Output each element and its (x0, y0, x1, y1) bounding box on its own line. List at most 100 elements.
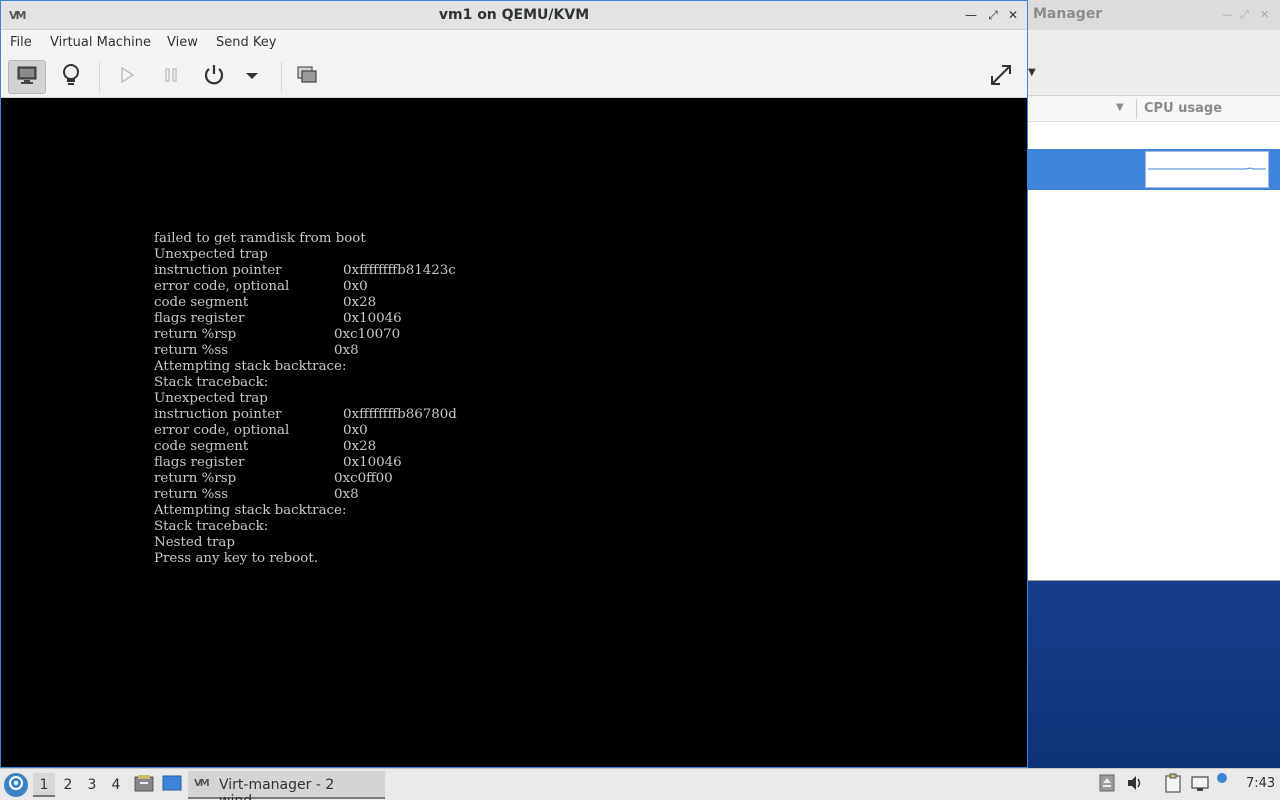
window-title: vm1 on QEMU/KVM (438, 7, 590, 23)
taskbar-task-virt-manager[interactable]: VM Virt-manager - 2 wind... (188, 771, 385, 800)
vm-list-row-connection[interactable] (1000, 122, 1280, 149)
workspace-2[interactable]: 2 (57, 773, 79, 797)
pause-icon (163, 66, 179, 88)
console-line: failed to get ramdisk from boot (154, 231, 366, 247)
toolbar (1, 56, 1027, 98)
console-line-label: error code, optional (154, 279, 290, 294)
console-output: failed to get ramdisk from boot Unexpecte… (154, 231, 457, 567)
show-details-button[interactable] (52, 60, 90, 94)
show-desktop-launcher[interactable] (162, 775, 182, 795)
network-tray[interactable] (1190, 775, 1210, 795)
power-icon (202, 63, 226, 91)
console-line-label: Stack traceback: (154, 519, 269, 534)
console-line-label: code segment (154, 439, 249, 454)
console-line: error code, optional 0x0 (154, 279, 368, 295)
fullscreen-button[interactable] (982, 60, 1020, 94)
cpu-usage-column-header[interactable]: CPU usage (1144, 101, 1222, 116)
console-line: Nested trap (154, 535, 366, 551)
start-menu-button[interactable] (4, 773, 28, 797)
sort-arrow-icon[interactable]: ▼ (1116, 102, 1124, 113)
minimize-button[interactable]: — (963, 6, 979, 24)
console-line: Stack traceback: (154, 375, 366, 391)
console-line-value: 0x8 (334, 487, 359, 502)
file-manager-launcher[interactable] (134, 775, 154, 795)
maximize-button[interactable]: ⤢ (985, 6, 1001, 24)
console-line-value: 0x28 (343, 295, 377, 310)
chevron-down-icon (245, 70, 259, 85)
monitor-icon (16, 65, 38, 89)
console-line-label: code segment (154, 295, 249, 310)
console-line-value: 0x0 (343, 279, 368, 294)
menu-view[interactable]: View (167, 35, 198, 50)
close-icon[interactable]: ✕ (1260, 8, 1269, 21)
console-line-label: instruction pointer (154, 407, 282, 422)
shutdown-button[interactable] (195, 60, 233, 94)
window-titlebar[interactable]: VM vm1 on QEMU/KVM — ⤢ ✕ (1, 1, 1027, 30)
column-separator (1136, 99, 1137, 119)
screenshot-button[interactable] (288, 60, 326, 94)
pause-button[interactable] (152, 60, 190, 94)
console-line-value: 0x0 (343, 423, 368, 438)
vm-manager-title: Manager (1033, 6, 1103, 22)
clock[interactable]: 7:43 (1246, 776, 1275, 791)
vm-console-display[interactable]: failed to get ramdisk from boot Unexpecte… (1, 98, 1027, 767)
taskbar: 1 2 3 4 VM Virt-manager - 2 wind... (0, 768, 1280, 800)
console-line-label: Unexpected trap (154, 391, 268, 406)
task-label: Virt-manager - 2 wind... (219, 777, 335, 800)
volume-icon (1126, 774, 1144, 796)
menu-send-key[interactable]: Send Key (216, 35, 276, 50)
close-button[interactable]: ✕ (1005, 6, 1021, 24)
vm-manager-titlebar[interactable]: Manager — ⤢ ✕ (1000, 0, 1280, 30)
clipboard-tray[interactable] (1163, 773, 1183, 797)
console-line-value: 0x8 (334, 343, 359, 358)
show-console-button[interactable] (8, 60, 46, 94)
run-button[interactable] (108, 60, 146, 94)
console-line-label: return %ss (154, 343, 229, 358)
maximize-icon[interactable]: ⤢ (1240, 8, 1249, 22)
workspace-4[interactable]: 4 (105, 773, 127, 797)
console-line-value: 0x10046 (343, 311, 402, 326)
console-line-label: Press any key to reboot. (154, 551, 318, 566)
toolbar-separator (99, 62, 100, 92)
clipboard-icon (1164, 773, 1182, 797)
console-line-label: return %ss (154, 487, 229, 502)
shutdown-menu-button[interactable] (234, 60, 270, 94)
console-line: code segment 0x28 (154, 439, 376, 455)
vm-manager-window[interactable]: Manager — ⤢ ✕ ▼ ▼ CPU usage (1000, 0, 1280, 581)
workspace-1[interactable]: 1 (33, 773, 55, 797)
notification-icon[interactable] (1217, 773, 1227, 783)
console-line-value: 0xffffffffb86780d (343, 407, 457, 422)
console-line: return %rsp 0xc0ff00 (154, 471, 393, 487)
volume-tray[interactable] (1125, 775, 1145, 795)
console-line-value: 0x28 (343, 439, 377, 454)
console-line: error code, optional 0x0 (154, 423, 368, 439)
console-line-value: 0xffffffffb81423c (343, 263, 456, 278)
vm-list-row-selected[interactable] (1000, 149, 1280, 190)
virt-manager-logo-icon: VM (194, 778, 210, 789)
removable-media-tray[interactable] (1097, 774, 1117, 795)
menu-virtual-machine[interactable]: Virtual Machine (50, 35, 151, 50)
chevron-down-icon[interactable]: ▼ (1028, 67, 1036, 78)
console-line: instruction pointer 0xffffffffb86780d (154, 407, 457, 423)
workspace-3[interactable]: 3 (81, 773, 103, 797)
console-line: Stack traceback: (154, 519, 366, 535)
console-line-label: failed to get ramdisk from boot (154, 231, 366, 246)
toolbar-separator (281, 62, 282, 92)
fullscreen-icon (988, 62, 1014, 92)
screenshot-icon (296, 65, 318, 89)
play-icon (119, 66, 135, 88)
vm-manager-toolbar: ▼ (1000, 30, 1280, 96)
console-line-label: Stack traceback: (154, 375, 269, 390)
console-line-label: instruction pointer (154, 263, 282, 278)
console-line: code segment 0x28 (154, 295, 376, 311)
desktop-icon (162, 774, 182, 796)
console-line: return %rsp 0xc10070 (154, 327, 400, 343)
console-line-label: flags register (154, 455, 245, 470)
console-line: Attempting stack backtrace: (154, 359, 366, 375)
console-line: Attempting stack backtrace: (154, 503, 366, 519)
minimize-icon[interactable]: — (1222, 8, 1233, 21)
console-line-value: 0xc0ff00 (334, 471, 393, 486)
console-line-label: flags register (154, 311, 245, 326)
vm-console-window[interactable]: VM vm1 on QEMU/KVM — ⤢ ✕ File Virtual Ma… (0, 0, 1028, 768)
menu-file[interactable]: File (10, 35, 32, 50)
